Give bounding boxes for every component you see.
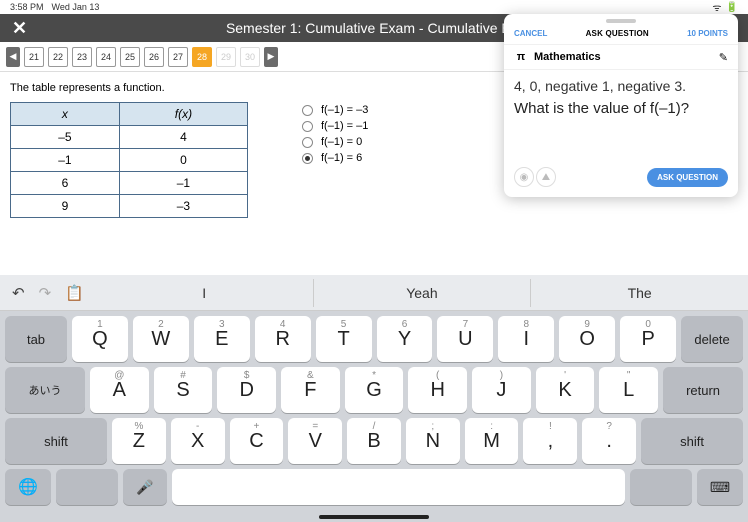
paste-icon[interactable]: 📋 [65,284,84,302]
key-W[interactable]: 2W [133,316,189,362]
pi-icon: π [514,50,528,64]
function-table: xf(x) –54–106–19–3 [10,102,248,218]
cancel-button[interactable]: CANCEL [514,29,547,38]
table-row: –54 [11,126,248,149]
keyboard: ↶ ↷ 📋 I Yeah The tab 1Q2W3E4R5T6Y7U8I9O0… [0,275,748,522]
table-row: 9–3 [11,195,248,218]
subject-label: Mathematics [534,51,601,63]
page-30: 30 [240,47,260,67]
option-label: f(–1) = 0 [321,136,362,148]
key-D[interactable]: $D [217,367,276,413]
key-,[interactable]: !, [523,418,577,464]
key-F[interactable]: &F [281,367,340,413]
key-H[interactable]: (H [408,367,467,413]
key-tab[interactable]: tab [5,316,67,362]
option-label: f(–1) = –3 [321,104,368,116]
key-S[interactable]: #S [154,367,213,413]
th-x: x [11,103,120,126]
image-icon[interactable]: ⛰ [536,167,556,187]
key-shift-left[interactable]: shift [5,418,107,464]
points-label[interactable]: 10 POINTS [687,29,728,38]
page-29: 29 [216,47,236,67]
page-21[interactable]: 21 [24,47,44,67]
key-O[interactable]: 9O [559,316,615,362]
key-C[interactable]: +C [230,418,284,464]
key-globe[interactable]: 🌐 [5,469,51,505]
key-J[interactable]: )J [472,367,531,413]
ask-question-button[interactable]: ASK QUESTION [647,168,728,187]
close-icon[interactable]: ✕ [12,18,27,39]
key-K[interactable]: 'K [536,367,595,413]
key-A[interactable]: @A [90,367,149,413]
option-label: f(–1) = 6 [321,152,362,164]
page-27[interactable]: 27 [168,47,188,67]
th-fx: f(x) [119,103,247,126]
option-label: f(–1) = –1 [321,120,368,132]
radio-icon[interactable] [302,153,313,164]
camera-icon[interactable]: ◉ [514,167,534,187]
page-24[interactable]: 24 [96,47,116,67]
key-space[interactable] [172,469,625,505]
key-symbols-right[interactable] [630,469,692,505]
status-bar: 3:58 PM Wed Jan 13 ᯤ 🔋 [0,0,748,14]
key-Y[interactable]: 6Y [377,316,433,362]
suggestion-1[interactable]: I [96,279,314,307]
wifi-icon: ᯤ [712,0,721,14]
page-26[interactable]: 26 [144,47,164,67]
undo-icon[interactable]: ↶ [12,284,25,302]
key-mic[interactable]: 🎤 [123,469,167,505]
ask-question-panel: CANCEL ASK QUESTION 10 POINTS π Mathemat… [504,14,738,197]
status-date: Wed Jan 13 [52,2,100,12]
question-main-line[interactable]: What is the value of f(–1)? [514,100,728,117]
suggestion-2[interactable]: Yeah [314,279,532,307]
key-B[interactable]: /B [347,418,401,464]
key-N[interactable]: ;N [406,418,460,464]
question-preview-line: 4, 0, negative 1, negative 3. [514,78,728,94]
radio-icon[interactable] [302,105,313,116]
table-row: 6–1 [11,172,248,195]
key-symbols-left[interactable] [56,469,118,505]
battery-icon: 🔋 [726,2,738,13]
key-I[interactable]: 8I [498,316,554,362]
radio-icon[interactable] [302,121,313,132]
key-Q[interactable]: 1Q [72,316,128,362]
nav-next-button[interactable]: ▶ [264,47,278,67]
page-25[interactable]: 25 [120,47,140,67]
table-caption: The table represents a function. [10,82,270,94]
key-U[interactable]: 7U [437,316,493,362]
key-return[interactable]: return [663,367,743,413]
key-E[interactable]: 3E [194,316,250,362]
table-row: –10 [11,149,248,172]
radio-icon[interactable] [302,137,313,148]
pencil-icon[interactable]: ✎ [719,51,728,64]
key-hide-keyboard[interactable]: ⌨ [697,469,743,505]
page-22[interactable]: 22 [48,47,68,67]
suggestion-3[interactable]: The [531,279,748,307]
status-time: 3:58 PM [10,2,44,12]
page-28[interactable]: 28 [192,47,212,67]
key-M[interactable]: :M [465,418,519,464]
key-G[interactable]: *G [345,367,404,413]
key-P[interactable]: 0P [620,316,676,362]
key-.[interactable]: ?. [582,418,636,464]
key-X[interactable]: -X [171,418,225,464]
key-V[interactable]: =V [288,418,342,464]
nav-prev-button[interactable]: ◀ [6,47,20,67]
redo-icon[interactable]: ↷ [39,284,52,302]
page-23[interactable]: 23 [72,47,92,67]
key-kana[interactable]: あいう [5,367,85,413]
key-delete[interactable]: delete [681,316,743,362]
key-Z[interactable]: %Z [112,418,166,464]
home-indicator[interactable] [319,515,429,519]
key-shift-right[interactable]: shift [641,418,743,464]
key-T[interactable]: 5T [316,316,372,362]
key-R[interactable]: 4R [255,316,311,362]
panel-title: ASK QUESTION [586,29,649,38]
key-L[interactable]: "L [599,367,658,413]
